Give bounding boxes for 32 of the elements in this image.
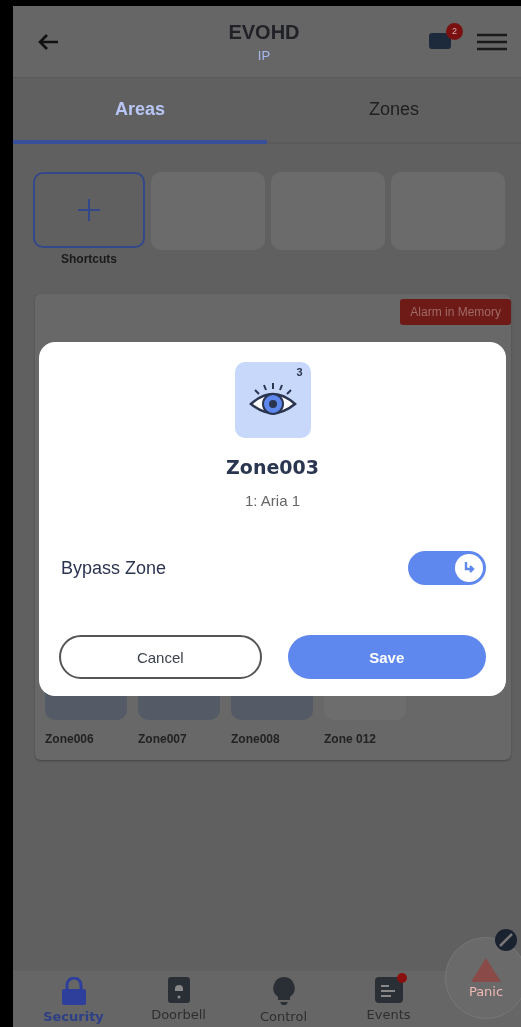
back-arrow-icon[interactable]: [37, 32, 59, 51]
zone-number: 3: [296, 366, 303, 378]
plus-icon: [78, 199, 100, 221]
tab[interactable]: Areas: [13, 78, 267, 144]
zone-area: 1: Aria 1: [244, 492, 300, 509]
panic-button[interactable]: Panic: [445, 937, 521, 1019]
zone-name: Zone006: [45, 732, 95, 746]
connection-type: IP: [257, 47, 271, 63]
zone-name: Zone008: [231, 732, 281, 746]
menu-icon[interactable]: [477, 32, 507, 51]
notification-badge: 2: [446, 22, 463, 40]
disabled-badge-icon: [495, 929, 517, 951]
nav-tab[interactable]: Events: [336, 971, 441, 1027]
nav-tab[interactable]: Security: [21, 971, 126, 1027]
save-button[interactable]: Save: [287, 635, 486, 679]
nav-tab[interactable]: Control: [231, 971, 336, 1027]
bypass-toggle[interactable]: [408, 551, 486, 585]
cancel-button[interactable]: Cancel: [59, 635, 262, 679]
bulb-icon: [271, 977, 296, 1005]
notification-icon[interactable]: [429, 30, 451, 51]
zone-title: Zone003: [226, 456, 319, 478]
zone-name: Zone 012: [324, 732, 378, 746]
zone-name: Zone007: [138, 732, 188, 746]
alarm-tag: Alarm in Memory: [400, 299, 511, 325]
padlock-icon: [60, 977, 87, 1005]
tab[interactable]: Zones: [267, 78, 521, 144]
bypass-label: Bypass Zone: [61, 557, 167, 579]
device-title: EVOHD: [228, 20, 300, 44]
doorbell-icon: [167, 977, 190, 1003]
warning-triangle-icon: [471, 957, 501, 982]
shortcut-label: Shortcuts: [61, 252, 117, 266]
nav-tab[interactable]: Doorbell: [126, 971, 231, 1027]
